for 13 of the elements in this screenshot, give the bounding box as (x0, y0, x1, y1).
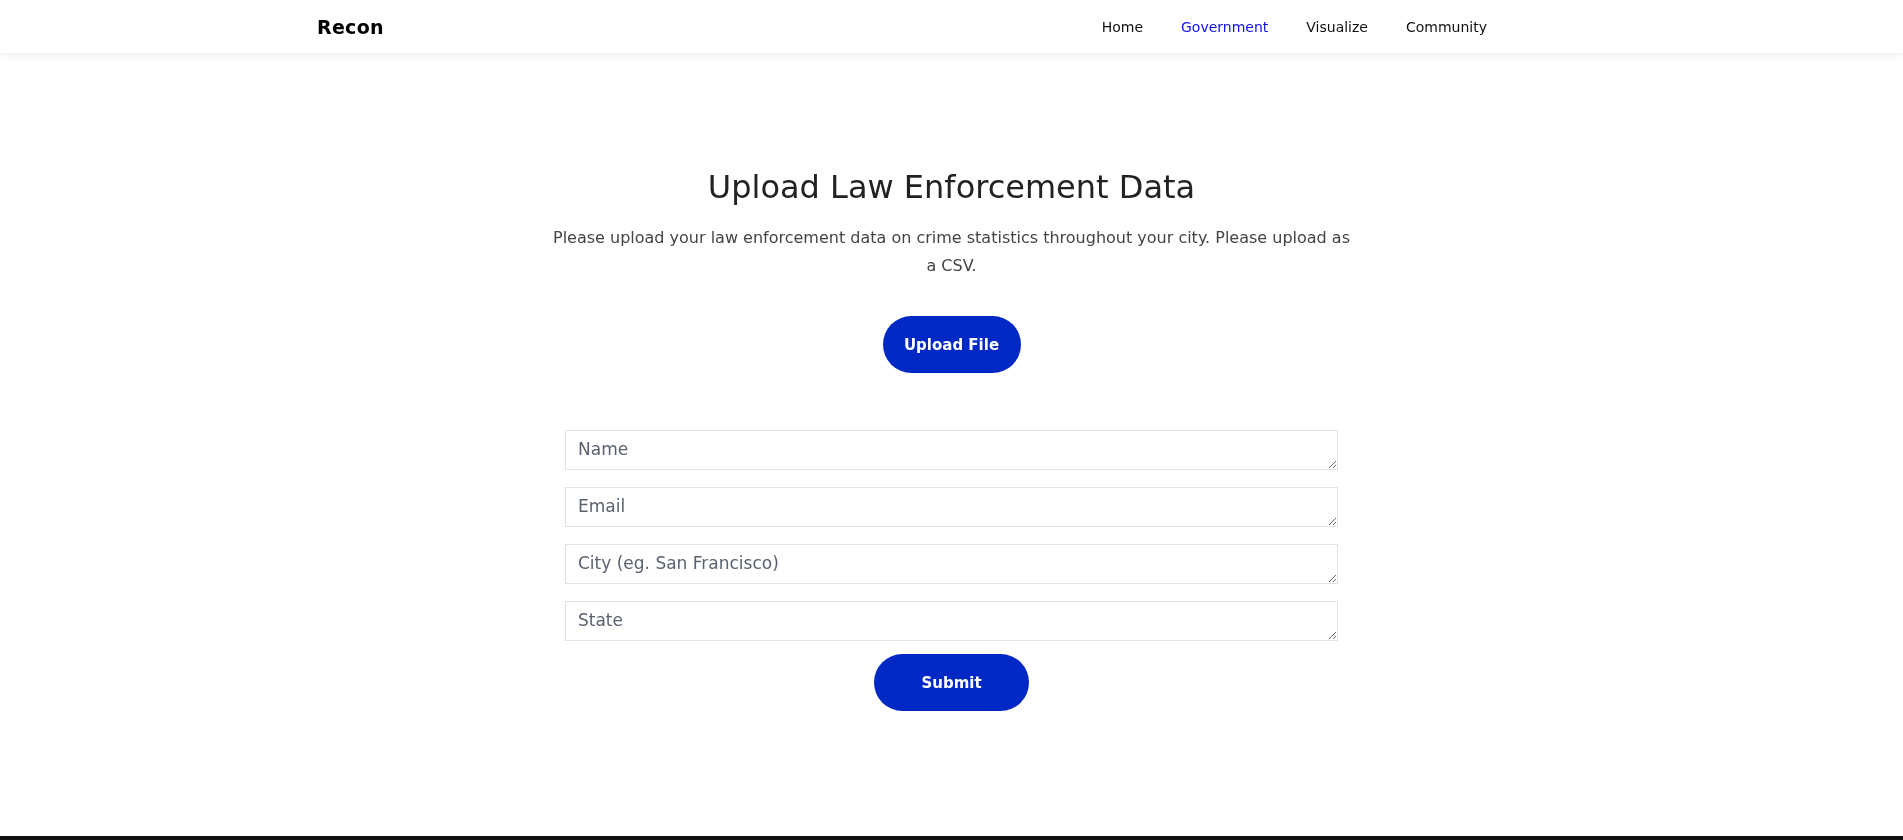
logo[interactable]: Recon (317, 15, 384, 38)
page-title: Upload Law Enforcement Data (707, 168, 1196, 206)
upload-file-button[interactable]: Upload File (882, 316, 1021, 373)
nav-link[interactable]: Visualize (1306, 18, 1368, 35)
nav-link[interactable]: Community (1405, 18, 1487, 35)
submit-button[interactable]: Submit (874, 654, 1029, 711)
input-field[interactable]: State (565, 601, 1338, 641)
input-field[interactable]: Name (565, 430, 1338, 470)
nav-link[interactable]: Home (1101, 18, 1143, 35)
input-field[interactable]: Email (565, 487, 1338, 527)
input-field[interactable]: City (eg. San Francisco) (565, 544, 1338, 584)
nav-link[interactable]: Government (1181, 18, 1269, 35)
description-text: Please upload your law enforcement data on crime statistics throughout your city. Please upload as a CSV. (552, 227, 1351, 277)
